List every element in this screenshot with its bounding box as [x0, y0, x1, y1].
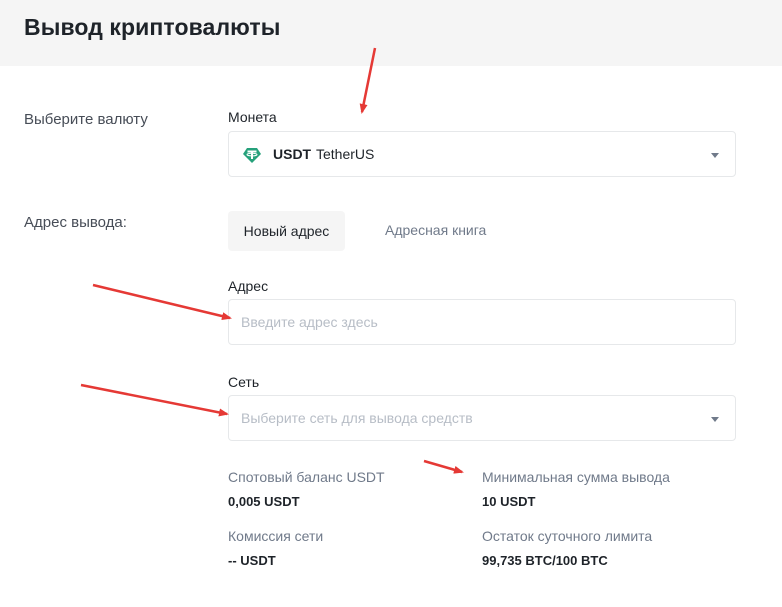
- tether-icon: [243, 148, 261, 163]
- arrow-to-min-withdrawal: [423, 459, 464, 474]
- address-row-label: Адрес вывода:: [24, 214, 127, 231]
- chevron-down-icon: [711, 153, 719, 158]
- daily-limit-label: Остаток суточного лимита: [482, 528, 653, 544]
- tab-new-address[interactable]: Новый адрес: [228, 211, 345, 251]
- address-placeholder: Введите адрес здесь: [241, 314, 378, 330]
- daily-limit-value: 99,735 BTC/100 BTC: [482, 553, 608, 568]
- spot-balance-label: Спотовый баланс USDT: [228, 469, 385, 485]
- network-select[interactable]: Выберите сеть для вывода средств: [228, 395, 736, 441]
- spot-balance-value: 0,005 USDT: [228, 494, 300, 509]
- page-title: Вывод криптовалюты: [24, 14, 281, 40]
- tab-address-book[interactable]: Адресная книга: [385, 222, 486, 238]
- min-withdrawal-label: Минимальная сумма вывода: [482, 469, 670, 485]
- page-header: Вывод криптовалюты: [0, 0, 782, 66]
- network-fee-label: Комиссия сети: [228, 528, 324, 544]
- currency-row-label: Выберите валюту: [24, 111, 148, 128]
- address-input[interactable]: Введите адрес здесь: [228, 299, 736, 345]
- arrow-to-address-input: [92, 283, 232, 321]
- coin-label: Монета: [228, 109, 277, 125]
- network-fee-value: -- USDT: [228, 553, 276, 568]
- address-label: Адрес: [228, 278, 269, 294]
- coin-name: TetherUS: [316, 146, 375, 162]
- coin-symbol: USDT: [273, 146, 312, 162]
- network-label: Сеть: [228, 374, 260, 390]
- arrow-to-network-select: [80, 383, 229, 417]
- min-withdrawal-value: 10 USDT: [482, 494, 536, 509]
- chevron-down-icon: [711, 417, 719, 422]
- coin-select[interactable]: USDT TetherUS: [228, 131, 736, 177]
- network-placeholder: Выберите сеть для вывода средств: [241, 410, 473, 426]
